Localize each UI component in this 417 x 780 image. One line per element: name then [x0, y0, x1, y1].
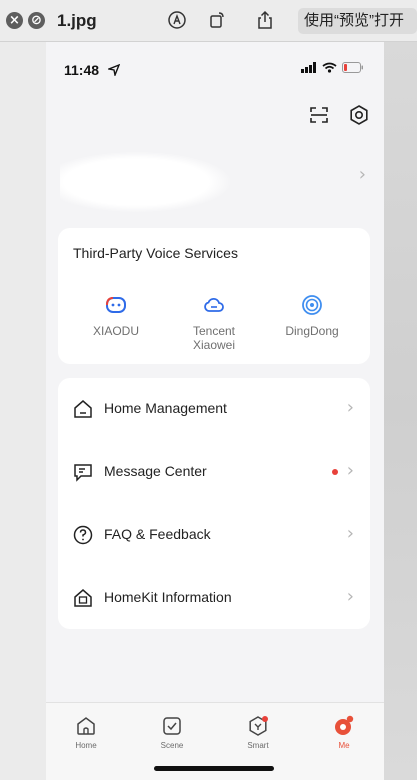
voice-services-title: Third-Party Voice Services — [73, 245, 238, 261]
service-label: XIAODU — [92, 324, 139, 338]
service-xiaodu[interactable]: XIAODU — [70, 294, 162, 338]
tab-label: Smart — [247, 741, 269, 750]
signal-icon — [301, 62, 316, 73]
menu-item-label: Message Center — [104, 463, 207, 479]
homekit-icon — [74, 589, 92, 607]
service-label: DingDong — [285, 324, 339, 338]
rotate-icon[interactable] — [207, 10, 227, 30]
location-arrow-icon — [108, 64, 120, 76]
tab-label: Scene — [160, 741, 184, 750]
dingdong-icon — [302, 295, 322, 315]
smart-tab-icon — [249, 716, 268, 736]
home-tab-icon — [77, 717, 95, 735]
share-icon[interactable] — [255, 10, 275, 30]
settings-icon[interactable] — [348, 104, 370, 126]
cloud-icon — [204, 297, 224, 312]
menu-item-label: Home Management — [104, 400, 227, 416]
chevron-right-icon: › — [346, 523, 354, 544]
close-window-icon[interactable]: × — [6, 12, 23, 29]
status-indicators — [301, 62, 364, 73]
menu-item-faq-feedback[interactable]: FAQ & Feedback › — [58, 504, 370, 566]
chevron-right-icon: › — [346, 586, 354, 607]
tab-me[interactable]: Me — [314, 715, 374, 750]
tab-home[interactable]: Home — [56, 715, 116, 750]
tab-label: Home — [75, 741, 97, 750]
wifi-icon — [322, 62, 337, 73]
menu-item-message-center[interactable]: Message Center › — [58, 441, 370, 503]
menu-item-homekit-information[interactable]: HomeKit Information › — [58, 567, 370, 629]
menu-item-home-management[interactable]: Home Management › — [58, 378, 370, 440]
menu-card: Home Management › Message Center › FAQ &… — [58, 378, 370, 629]
tab-label: Me — [338, 741, 350, 750]
file-name: 1.jpg — [57, 11, 97, 30]
chevron-right-icon: › — [358, 164, 366, 185]
chevron-right-icon: › — [346, 460, 354, 481]
blurred-user-info — [60, 152, 230, 212]
battery-low-icon — [342, 62, 363, 73]
markup-icon[interactable] — [167, 10, 187, 30]
chevron-right-icon: › — [346, 397, 354, 418]
unread-badge — [332, 469, 338, 475]
message-icon — [74, 464, 92, 482]
menu-item-label: HomeKit Information — [104, 589, 232, 605]
profile-row[interactable]: › — [58, 144, 372, 214]
tab-scene[interactable]: Scene — [142, 715, 202, 750]
house-icon — [74, 400, 92, 418]
open-with-preview-button[interactable]: 使用“预览”打开 — [298, 8, 417, 34]
me-tab-icon — [335, 715, 354, 735]
service-tencent-xiaowei[interactable]: Tencent Xiaowei — [168, 294, 260, 352]
preview-titlebar: × ⊘ 1.jpg 使用“预览”打开 — [0, 0, 417, 42]
menu-item-label: FAQ & Feedback — [104, 526, 211, 542]
service-dingdong[interactable]: DingDong — [266, 294, 358, 338]
voice-services-card: Third-Party Voice Services XIAODU Tencen… — [58, 228, 370, 364]
tab-smart[interactable]: Smart — [228, 715, 288, 750]
question-icon — [73, 525, 93, 545]
background-left — [0, 42, 46, 780]
status-time: 11:48 — [64, 62, 100, 78]
xiaodu-icon — [106, 297, 126, 313]
home-indicator — [154, 766, 274, 771]
phone-screen: 11:48 › Third-Party Voice Services XIAOD… — [46, 42, 384, 780]
minimize-disabled-icon[interactable]: ⊘ — [28, 12, 45, 29]
scene-tab-icon — [163, 717, 181, 735]
scan-icon[interactable] — [308, 104, 330, 126]
service-label: Tencent Xiaowei — [192, 324, 236, 352]
